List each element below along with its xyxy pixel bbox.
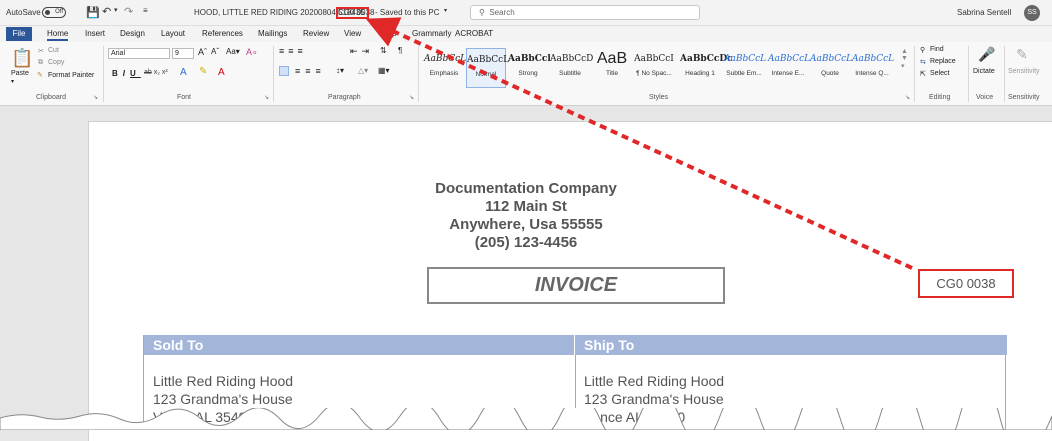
dashed-arrow <box>365 17 913 270</box>
arrow-overlay <box>365 17 913 270</box>
